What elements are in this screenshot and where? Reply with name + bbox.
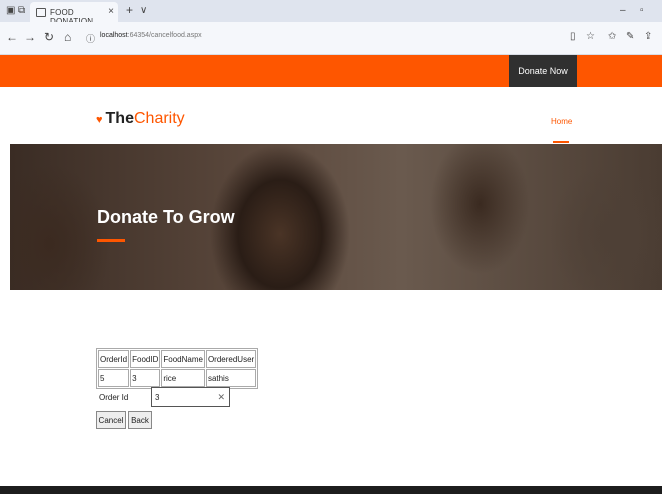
table-header-row: OrderId FoodID FoodName OrderedUser (98, 350, 257, 368)
hero-title: Donate To Grow (97, 207, 235, 227)
workspaces-icon[interactable]: ▣ (6, 5, 15, 16)
column-header-foodid: FoodID (130, 350, 161, 368)
tab-list-icon[interactable]: ∨ (140, 5, 147, 16)
site-logo[interactable]: ♥ TheCharity (96, 110, 185, 128)
url-input[interactable]: ⓘ localhost:64354/cancelfood.aspx (84, 28, 614, 48)
back-arrow-icon[interactable]: ← (6, 30, 18, 44)
column-header-orderid: OrderId (98, 350, 130, 368)
reading-view-icon[interactable]: ▯ (570, 31, 576, 42)
cancel-button[interactable]: Cancel (96, 411, 126, 429)
donate-now-button[interactable]: Donate Now (509, 55, 577, 87)
column-header-ordereduser: OrderedUser (205, 350, 257, 368)
tab-actions-icon[interactable]: ⧉ (18, 5, 25, 16)
top-strip: Donate Now (0, 55, 662, 87)
new-tab-icon[interactable]: + (126, 3, 133, 17)
cell-orderid: 5 (98, 369, 130, 387)
browser-address-bar: ← → ↻ ⌂ ⓘ localhost:64354/cancelfood.asp… (0, 22, 662, 55)
home-icon[interactable]: ⌂ (64, 30, 71, 44)
tab-close-icon[interactable]: × (108, 6, 114, 17)
order-id-value: 3 (155, 393, 160, 402)
minimize-icon[interactable]: – (620, 5, 626, 16)
order-id-input[interactable]: 3 ✕ (151, 387, 230, 407)
browser-tab-bar: ▣ ⧉ FOOD DONATION × + ∨ – ▫ (0, 0, 662, 26)
site-header: ♥ TheCharity Home (0, 87, 662, 144)
favorite-star-icon[interactable]: ☆ (586, 31, 595, 42)
table-row: 5 3 rice sathis (98, 369, 257, 387)
pen-icon[interactable]: ✎ (626, 31, 634, 42)
favorites-list-icon[interactable]: ✩ (608, 31, 616, 42)
hero-underline (97, 239, 125, 242)
refresh-icon[interactable]: ↻ (44, 30, 54, 44)
orders-table: OrderId FoodID FoodName OrderedUser 5 3 … (96, 348, 259, 389)
charity-logo-icon: ♥ (96, 114, 103, 126)
hero-banner: Donate To Grow (10, 144, 662, 290)
restore-icon[interactable]: ▫ (640, 5, 644, 16)
cell-ordereduser: sathis (205, 369, 257, 387)
url-text: localhost:64354/cancelfood.aspx (100, 32, 202, 39)
column-header-foodname: FoodName (161, 350, 205, 368)
site-footer (0, 486, 662, 494)
share-icon[interactable]: ⇪ (644, 31, 652, 42)
site-info-icon[interactable]: ⓘ (86, 32, 95, 45)
order-id-label: Order Id (99, 393, 129, 402)
nav-home-link[interactable]: Home (551, 117, 572, 126)
nav-active-indicator (553, 141, 569, 143)
browser-tab[interactable]: FOOD DONATION × (30, 2, 118, 26)
back-button[interactable]: Back (128, 411, 152, 429)
forward-arrow-icon[interactable]: → (24, 30, 36, 44)
cell-foodname: rice (161, 369, 205, 387)
clear-input-icon[interactable]: ✕ (217, 392, 225, 403)
cell-foodid: 3 (130, 369, 161, 387)
page-favicon-icon (36, 8, 46, 17)
